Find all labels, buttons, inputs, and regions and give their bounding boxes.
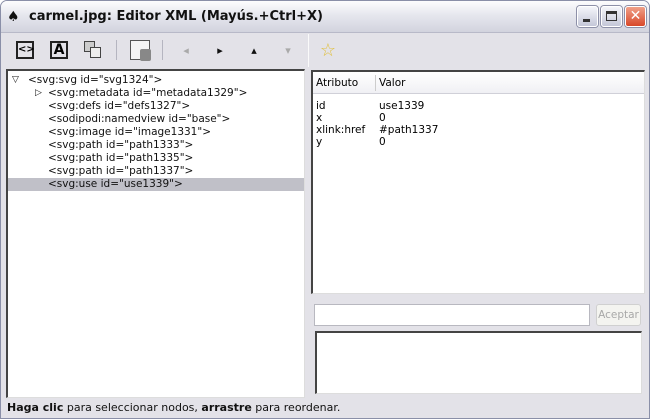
pane-divider [308,34,309,67]
delete-node-icon [130,40,151,61]
toolbar: <> A ◂ ▸ ▴ ▾ ☆ [4,34,646,67]
column-header-value[interactable]: Valor [379,77,405,89]
title-bar[interactable]: ♠ carmel.jpg: Editor XML (Mayús.+Ctrl+X)… [1,1,649,33]
arrow-left-icon: ◂ [183,43,189,57]
node-tree[interactable]: ▽ <svg:svg id="svg1324"> ▷ <svg:metadata i… [6,69,305,398]
minimize-button[interactable] [577,6,598,27]
new-text-node-icon: A [50,41,68,59]
status-bar: Haga clic para seleccionar nodos, arrast… [7,401,341,414]
duplicate-node-button[interactable] [81,38,105,62]
collapsed-triangle-icon[interactable]: ▷ [35,87,42,100]
attribute-table: Atributo Valor id use1339 x0 xlink:href #p… [311,70,645,294]
duplicate-node-icon [84,41,102,59]
tree-node[interactable]: <sodipodi:namedview id="base"> [8,113,304,126]
raise-node-button[interactable]: ▴ [242,38,266,62]
expanded-triangle-icon[interactable]: ▽ [12,74,19,87]
tree-node[interactable]: <svg:path id="path1335"> [8,152,304,165]
arrow-right-icon: ▸ [217,43,223,57]
new-text-node-button[interactable]: A [47,38,71,62]
xml-editor-window: ♠ carmel.jpg: Editor XML (Mayús.+Ctrl+X)… [0,0,650,419]
delete-node-button[interactable] [128,38,152,62]
indent-node-button[interactable]: ▸ [208,38,232,62]
tree-node[interactable]: <svg:defs id="defs1327"> [8,100,304,113]
lower-node-button[interactable]: ▾ [276,38,300,62]
window-title: carmel.jpg: Editor XML (Mayús.+Ctrl+X) [29,9,323,24]
attribute-table-header: Atributo Valor [313,72,644,94]
toolbar-separator [162,40,163,60]
tree-node[interactable]: <svg:path id="path1333"> [8,139,304,152]
close-button[interactable]: ✕ [625,6,646,27]
star-attribute-icon: ☆ [319,39,337,61]
arrow-down-icon: ▾ [285,43,291,57]
tree-node[interactable]: ▽ <svg:svg id="svg1324"> [8,74,304,87]
attribute-name-input[interactable] [314,304,590,326]
column-header-attribute[interactable]: Atributo [316,77,358,89]
tree-node[interactable]: ▷ <svg:metadata id="metadata1329"> [8,87,304,100]
tree-node[interactable]: <svg:image id="image1331"> [8,126,304,139]
tree-node[interactable]: <svg:path id="path1337"> [8,165,304,178]
accept-button[interactable]: Aceptar [596,304,641,326]
unindent-node-button[interactable]: ◂ [174,38,198,62]
arrow-up-icon: ▴ [251,43,257,57]
toolbar-separator [116,40,117,60]
new-element-node-icon: <> [16,41,35,59]
maximize-button[interactable] [601,6,622,27]
new-element-node-button[interactable]: <> [13,38,37,62]
attribute-value-textarea[interactable] [315,331,642,394]
set-attribute-button[interactable]: ☆ [316,38,340,62]
inkscape-logo-icon: ♠ [7,9,20,25]
tree-node-selected[interactable]: <svg:use id="use1339"> [8,178,304,191]
